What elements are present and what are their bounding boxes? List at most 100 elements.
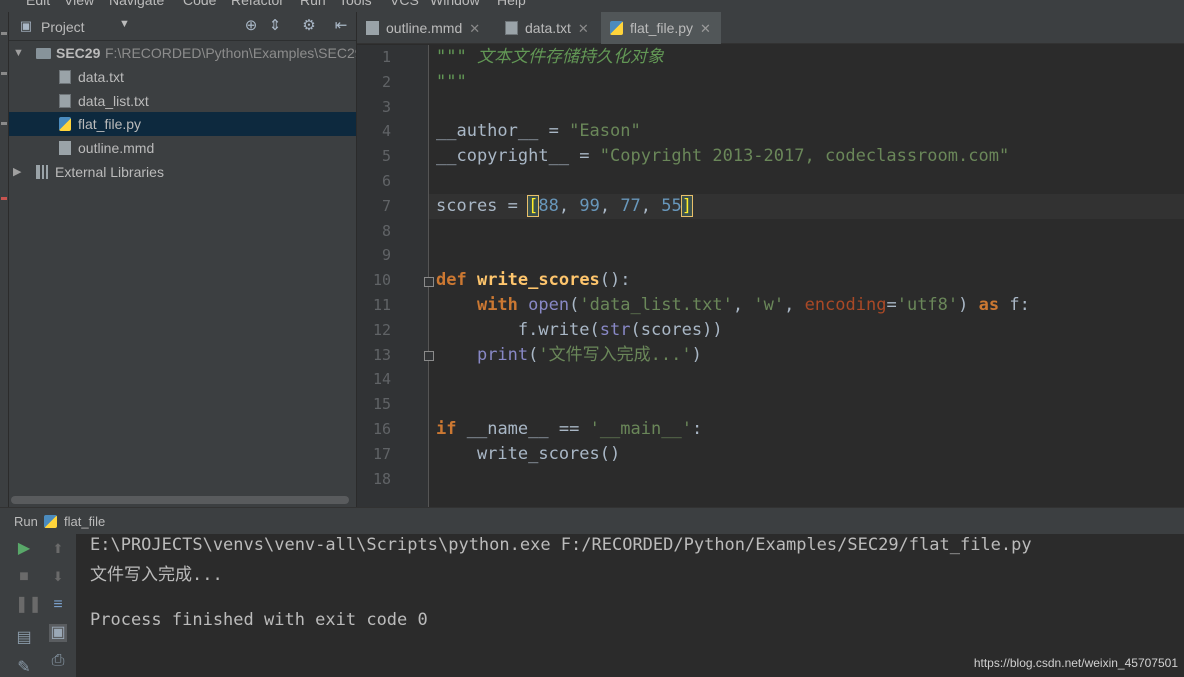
close-icon[interactable]: ✕ xyxy=(700,21,711,36)
string-literal: 'utf8' xyxy=(896,295,959,315)
soft-wrap-icon[interactable]: ≡ xyxy=(49,596,67,614)
text-file-icon xyxy=(59,70,71,84)
code-line-1: """ 文本文件存储持久化对象 xyxy=(436,45,664,70)
separator: , xyxy=(558,195,580,216)
close-icon[interactable]: ✕ xyxy=(469,21,480,36)
chevron-down-icon[interactable]: ▼ xyxy=(119,18,130,30)
run-config-name[interactable]: flat_file xyxy=(64,514,105,529)
print-icon[interactable]: ⎙ xyxy=(49,652,67,670)
separator: , xyxy=(732,295,754,315)
sync-icon[interactable]: ⊕ xyxy=(242,17,260,35)
punctuation: ) xyxy=(691,344,702,365)
close-icon[interactable]: ✕ xyxy=(578,21,589,36)
console-line: Process finished with exit code 0 xyxy=(90,610,428,630)
line-number: 6 xyxy=(381,172,391,190)
down-arrow-icon[interactable]: ⬇ xyxy=(49,568,67,586)
play-icon[interactable]: ▶ xyxy=(15,540,33,558)
identifier: __copyright__ xyxy=(436,146,570,167)
code-editor[interactable]: 1 2 3 4 5 6 7 8 9 10 11 12 13 14 15 16 1… xyxy=(357,45,1184,507)
docstring-quote: """ xyxy=(436,47,467,67)
console-line: E:\PROJECTS\venvs\venv-all\Scripts\pytho… xyxy=(90,535,1032,555)
run-panel-header: Run flat_file xyxy=(0,507,1184,534)
keyword-argument: encoding xyxy=(804,295,887,315)
line-number: 17 xyxy=(372,444,391,463)
string-literal: 'w' xyxy=(753,295,785,315)
tree-item-data-list-txt[interactable]: data_list.txt xyxy=(9,89,356,113)
tab-outline-mmd[interactable]: outline.mmd ✕ xyxy=(357,12,491,44)
menu-edit[interactable]: Edit xyxy=(26,0,50,8)
gear-icon[interactable]: ⚙ xyxy=(300,17,318,35)
expand-arrow-icon[interactable]: ▼ xyxy=(13,41,24,65)
tab-flat-file-py[interactable]: flat_file.py ✕ xyxy=(601,12,721,44)
expand-arrow-icon[interactable]: ▶ xyxy=(13,160,21,184)
project-panel-header: ▣ Project ▼ ⊕ ⇕ ⚙ ⇤ xyxy=(9,12,356,41)
structure-tool-tab[interactable] xyxy=(1,122,7,125)
up-arrow-icon[interactable]: ⬆ xyxy=(49,540,67,558)
tree-item-label: SEC29 xyxy=(56,45,101,61)
hide-panel-icon[interactable]: ⇤ xyxy=(332,17,350,35)
line-number: 14 xyxy=(372,370,391,389)
bracket-match: [ xyxy=(527,194,540,217)
favorites-tool-tab[interactable] xyxy=(1,197,7,200)
layout-icon[interactable]: ▤ xyxy=(15,629,33,647)
line-number: 1 xyxy=(381,48,391,66)
punctuation: ) xyxy=(958,295,979,315)
settings-icon[interactable]: ✎ xyxy=(15,659,33,677)
string-literal: 'data_list.txt' xyxy=(579,295,733,315)
stop-icon[interactable]: ■ xyxy=(15,568,33,586)
line-number: 12 xyxy=(372,320,391,339)
menu-run[interactable]: Run xyxy=(300,0,326,8)
line-number: 8 xyxy=(381,221,391,240)
tool-tab[interactable] xyxy=(1,72,7,75)
menu-window[interactable]: Window xyxy=(430,0,480,8)
menu-vcs[interactable]: VCS xyxy=(390,0,419,8)
identifier: __author__ xyxy=(436,121,539,142)
scroll-to-end-icon[interactable]: ▣ xyxy=(49,624,67,642)
line-number: 15 xyxy=(372,395,391,414)
tree-item-external-libraries[interactable]: ▶ External Libraries xyxy=(9,160,356,184)
punctuation: (): xyxy=(599,270,631,291)
tool-window-strip xyxy=(0,12,9,507)
pause-icon[interactable]: ❚❚ xyxy=(15,596,42,614)
tree-item-label: outline.mmd xyxy=(78,140,155,156)
function-name: write_scores xyxy=(476,270,600,291)
fold-marker-icon[interactable] xyxy=(424,351,434,361)
menu-help[interactable]: Help xyxy=(497,0,526,8)
menu-navigate[interactable]: Navigate xyxy=(109,0,164,8)
tree-item-outline-mmd[interactable]: outline.mmd xyxy=(9,136,356,160)
operator: = xyxy=(569,146,600,167)
code-line-16: if __name__ == '__main__': xyxy=(436,417,702,442)
keyword: def xyxy=(436,270,467,291)
project-view-icon: ▣ xyxy=(19,18,33,33)
collapse-all-icon[interactable]: ⇕ xyxy=(266,17,284,35)
menu-view[interactable]: View xyxy=(64,0,94,8)
number-literal: 77 xyxy=(620,195,641,216)
project-panel-title[interactable]: Project xyxy=(41,19,85,35)
menu-tools[interactable]: Tools xyxy=(339,0,372,8)
punctuation: ( xyxy=(569,295,580,315)
number-literal: 55 xyxy=(661,195,682,216)
tree-item-label: data.txt xyxy=(78,69,124,85)
tree-item-path: F:\RECORDED\Python\Examples\SEC29 xyxy=(105,45,356,61)
string-literal: '文件写入完成...' xyxy=(538,344,692,365)
project-tool-tab[interactable] xyxy=(1,32,7,35)
tree-item-sec29[interactable]: ▼ SEC29 F:\RECORDED\Python\Examples\SEC2… xyxy=(9,41,356,65)
keyword: if xyxy=(436,419,457,439)
text-file-icon xyxy=(59,94,71,108)
run-panel-title[interactable]: Run xyxy=(14,514,38,529)
punctuation: : xyxy=(691,419,703,439)
tree-item-flat-file-py[interactable]: flat_file.py xyxy=(9,112,356,136)
menu-code[interactable]: Code xyxy=(183,0,216,8)
fold-marker-icon[interactable] xyxy=(424,277,434,287)
text-file-icon xyxy=(505,21,518,35)
horizontal-scrollbar[interactable] xyxy=(11,496,349,504)
code-line-4: __author__ = "Eason" xyxy=(436,119,641,144)
tab-data-txt[interactable]: data.txt ✕ xyxy=(496,12,600,44)
line-number: 18 xyxy=(372,469,391,488)
code-line-17: write_scores() xyxy=(436,443,621,464)
python-file-icon xyxy=(44,515,57,528)
menu-refactor[interactable]: Refactor xyxy=(231,0,284,8)
tree-item-data-txt[interactable]: data.txt xyxy=(9,65,356,89)
